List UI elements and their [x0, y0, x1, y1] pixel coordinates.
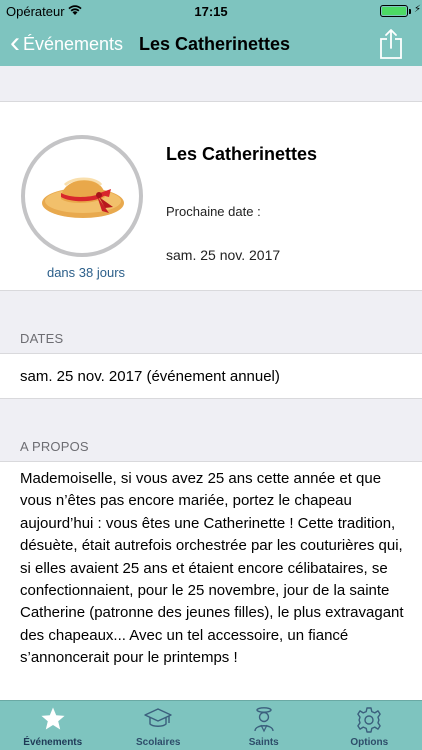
tab-options[interactable]: Options [317, 701, 422, 750]
navigation-bar: ‹ Événements Les Catherinettes [0, 22, 422, 66]
tab-options-label: Options [350, 737, 389, 748]
tab-saints[interactable]: Saints [211, 701, 317, 750]
gear-icon [357, 707, 382, 733]
back-button-label: Événements [23, 33, 124, 54]
status-bar: Opérateur 17:15 ⚡ [0, 0, 422, 22]
date-row: sam. 25 nov. 2017 (événement annuel) [0, 353, 422, 399]
tab-scolaires-label: Scolaires [136, 737, 181, 748]
tab-evenements-label: Événements [23, 737, 83, 748]
star-icon [41, 707, 65, 730]
clock: 17:15 [194, 4, 228, 19]
event-avatar [21, 135, 143, 257]
tab-saints-label: Saints [248, 737, 279, 748]
tab-bar: Événements Scolaires Saints Options [0, 700, 422, 750]
dates-section-header: DATES [20, 331, 64, 346]
battery-icon [380, 5, 411, 17]
share-icon[interactable] [378, 28, 404, 60]
about-section-header: A PROPOS [20, 439, 89, 454]
straw-hat-icon [42, 177, 124, 218]
charging-bolt-icon: ⚡ [413, 4, 421, 15]
event-title: Les Catherinettes [166, 144, 318, 164]
next-date-label: Prochaine date : [166, 204, 261, 219]
graduation-cap-icon [144, 708, 172, 727]
about-section: Mademoiselle, si vous avez 25 ans cette … [0, 461, 422, 700]
event-detail-content[interactable]: dans 38 jours Les Catherinettes Prochain… [0, 66, 422, 700]
back-button[interactable]: ‹ Événements [10, 22, 123, 66]
page-title: Les Catherinettes [139, 34, 291, 54]
countdown-label: dans 38 jours [46, 265, 126, 280]
chevron-left-icon: ‹ [10, 25, 20, 59]
event-card: dans 38 jours Les Catherinettes Prochain… [0, 101, 422, 291]
about-text: Mademoiselle, si vous avez 25 ans cette … [20, 470, 404, 667]
next-date-value: sam. 25 nov. 2017 [166, 247, 281, 263]
tab-scolaires[interactable]: Scolaires [106, 701, 212, 750]
tab-evenements[interactable]: Événements [0, 701, 106, 750]
saint-icon [254, 707, 274, 733]
date-row-label: sam. 25 nov. 2017 (événement annuel) [20, 368, 280, 385]
